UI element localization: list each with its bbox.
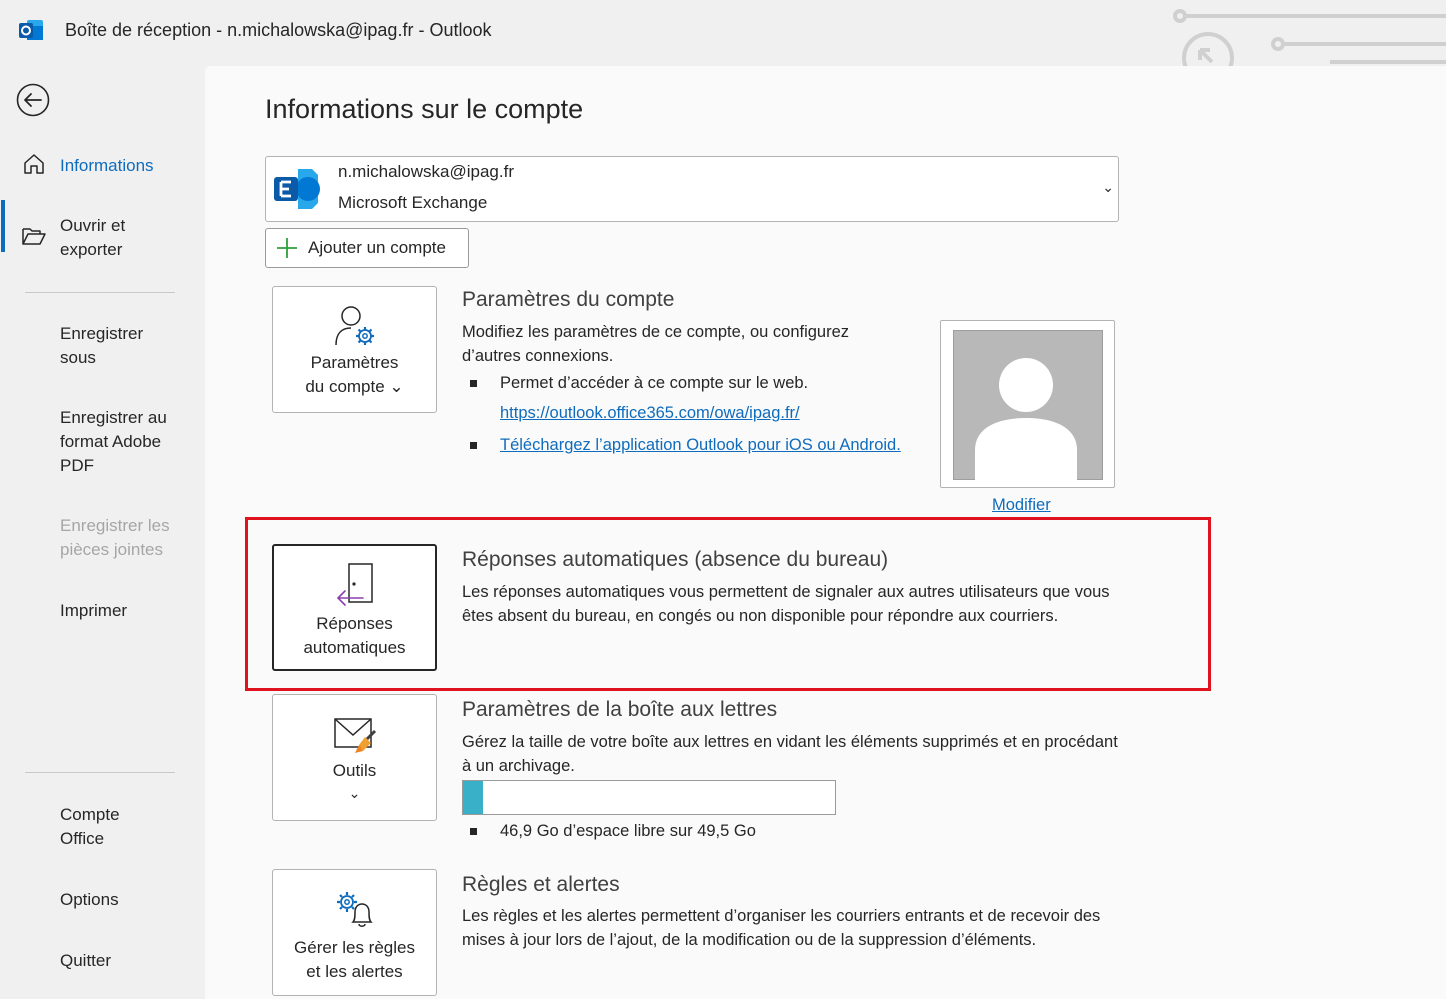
- web-access-text: Permet d’accéder à ce compte sur le web.: [500, 374, 809, 392]
- account-email: n.michalowska@ipag.fr: [338, 162, 514, 181]
- home-icon: [24, 154, 44, 174]
- nav-divider: [25, 292, 175, 293]
- chevron-down-icon: ⌄: [1102, 179, 1114, 195]
- plus-icon: [277, 238, 297, 258]
- account-settings-icon: [334, 306, 374, 346]
- mailbox-settings-title: Paramètres de la boîte aux lettres: [462, 698, 778, 721]
- page-title: Informations sur le compte: [265, 94, 584, 124]
- storage-free-text: 46,9 Go d’espace libre sur 49,5 Go: [500, 822, 756, 840]
- nav-divider: [25, 772, 175, 773]
- decorative-circuit-graphic: [1173, 9, 1446, 66]
- nav-item-imprimer[interactable]: Imprimer: [60, 599, 127, 623]
- manage-rules-label: Gérer les règles: [294, 938, 415, 957]
- chevron-down-icon: ⌄: [348, 785, 361, 801]
- bullet-icon: [470, 380, 477, 387]
- modify-photo-link[interactable]: Modifier: [992, 496, 1051, 515]
- nav-item-quitter[interactable]: Quitter: [60, 949, 111, 973]
- mailbox-settings-description: Gérez la taille de votre boîte aux lettr…: [462, 733, 1118, 775]
- nav-item-informations[interactable]: Informations: [60, 154, 154, 178]
- account-settings-description: Modifiez les paramètres de ce compte, ou…: [462, 323, 850, 365]
- nav-item-compte-office[interactable]: Compte Office: [60, 803, 140, 851]
- bullet-icon: [470, 828, 477, 835]
- tools-button[interactable]: Outils ⌄: [272, 694, 437, 821]
- auto-replies-icon: [336, 563, 373, 606]
- rules-alerts-description: Les règles et les alertes permettent d’o…: [462, 907, 1101, 949]
- profile-placeholder-icon: [953, 330, 1103, 480]
- profile-photo-frame: [940, 320, 1115, 488]
- tools-label: Outils: [332, 761, 377, 780]
- storage-usage-bar: [462, 780, 836, 815]
- nav-active-indicator: [1, 200, 5, 252]
- nav-item-enregistrer-pdf[interactable]: Enregistrer au format Adobe PDF: [60, 406, 185, 478]
- rules-alerts-title: Règles et alertes: [462, 873, 620, 896]
- manage-rules-label-2: et les alertes: [306, 962, 403, 981]
- account-dropdown[interactable]: n.michalowska@ipag.fr Microsoft Exchange…: [265, 156, 1119, 222]
- nav-item-enregistrer-pieces-jointes: Enregistrer les pièces jointes: [60, 516, 170, 559]
- mobile-app-link[interactable]: Téléchargez l’application Outlook pour i…: [500, 436, 901, 455]
- nav-item-options[interactable]: Options: [60, 888, 119, 912]
- bullet-icon: [470, 442, 477, 449]
- account-info-panel: Informations sur le compte n.michalowska…: [205, 66, 1446, 999]
- account-type: Microsoft Exchange: [338, 193, 488, 212]
- auto-replies-title: Réponses automatiques (absence du bureau…: [462, 548, 889, 571]
- title-bar: Boîte de réception - n.michalowska@ipag.…: [0, 0, 1446, 66]
- account-settings-title: Paramètres du compte: [462, 288, 675, 311]
- account-settings-label: Paramètres: [310, 353, 399, 372]
- mailbox-cleanup-icon: [333, 718, 376, 753]
- window-title: Boîte de réception - n.michalowska@ipag.…: [65, 20, 492, 40]
- storage-usage-fill: [463, 781, 483, 814]
- manage-rules-button[interactable]: Gérer les règles et les alertes: [272, 869, 437, 996]
- add-account-button[interactable]: Ajouter un compte: [265, 228, 469, 268]
- back-arrow-icon[interactable]: [16, 83, 50, 117]
- owa-link[interactable]: https://outlook.office365.com/owa/ipag.f…: [500, 404, 800, 423]
- auto-replies-label-2: automatiques: [303, 638, 406, 657]
- nav-item-ouvrir-exporter[interactable]: Ouvrir et exporter: [60, 214, 180, 262]
- account-settings-label-2: du compte ⌄: [305, 377, 404, 396]
- rules-alerts-icon: [336, 892, 373, 927]
- folder-open-icon: [22, 228, 46, 245]
- exchange-icon: [274, 169, 320, 209]
- outlook-app-icon: [19, 20, 43, 40]
- account-settings-button[interactable]: Paramètres du compte ⌄: [272, 286, 437, 413]
- auto-replies-button[interactable]: Réponses automatiques: [272, 544, 437, 671]
- backstage-nav: Informations Ouvrir et exporter Enregist…: [0, 62, 205, 999]
- nav-item-enregistrer-sous[interactable]: Enregistrer sous: [60, 322, 160, 370]
- auto-replies-description: Les réponses automatiques vous permetten…: [462, 583, 1110, 625]
- add-account-label: Ajouter un compte: [308, 238, 446, 257]
- auto-replies-label: Réponses: [316, 614, 393, 633]
